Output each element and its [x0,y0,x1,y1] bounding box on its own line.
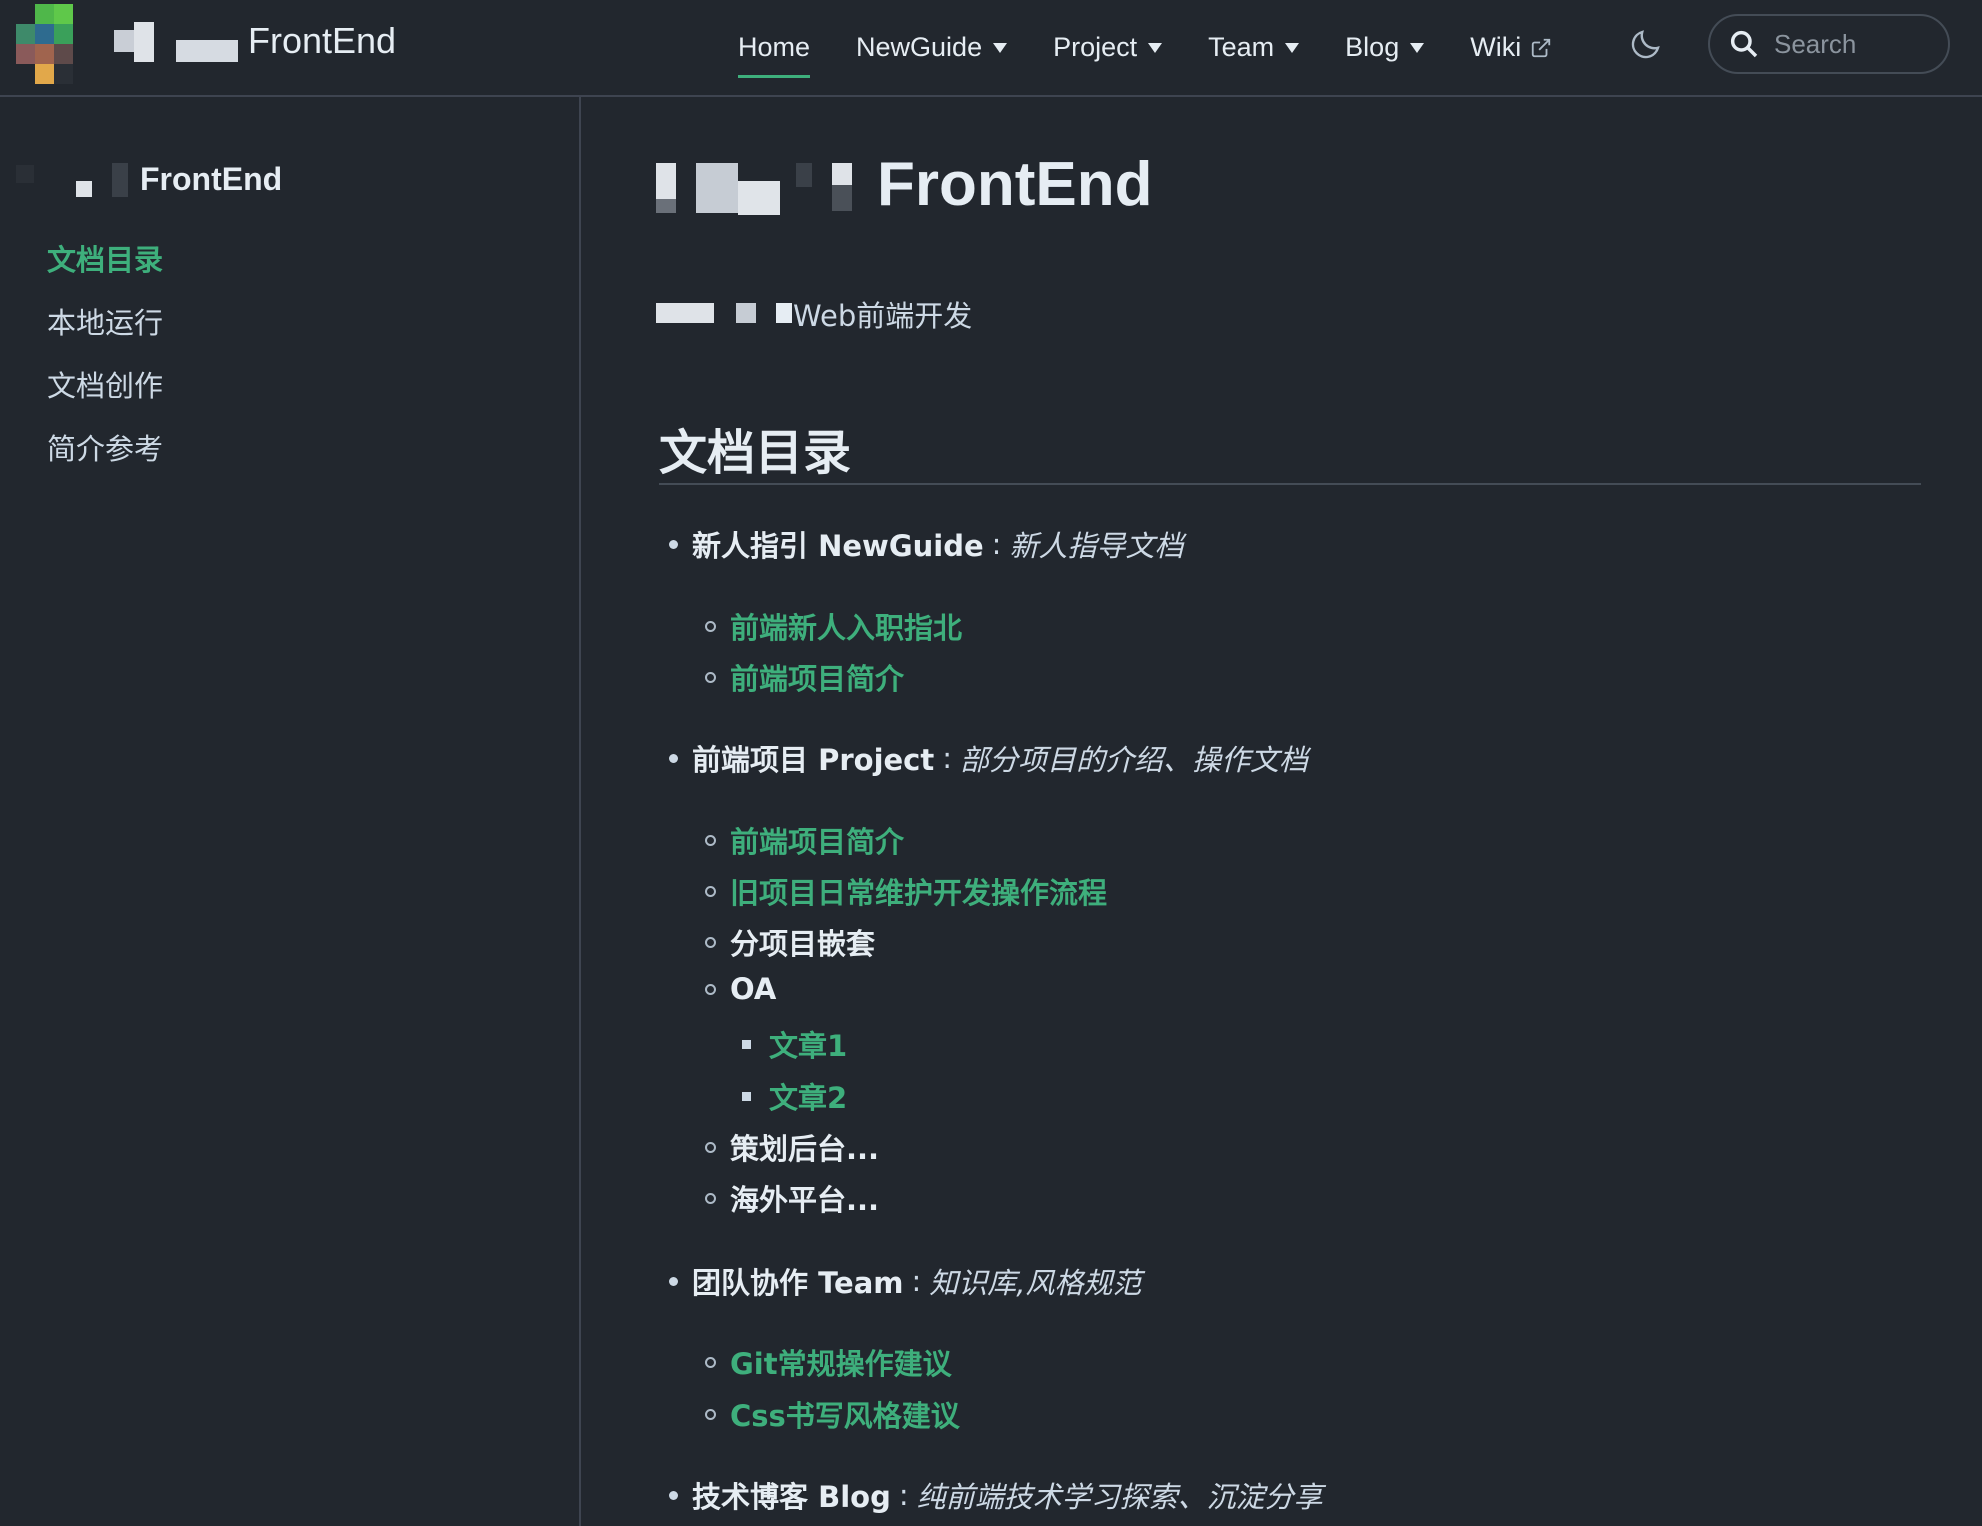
bullet-circle [705,1408,716,1420]
page-title: FrontEnd [877,150,1153,219]
bullet-dot [669,1276,678,1286]
link-label: 旧项目日常维护开发操作流程 [730,876,1108,910]
sidebar-title-redacted-prefix [16,159,140,199]
site-logo[interactable] [16,4,92,84]
section-name: 新人指引 NewGuide [692,529,984,563]
bullet-circle [705,834,716,846]
link-label: Git常规操作建议 [730,1347,952,1381]
link-legacy-maintenance[interactable]: 旧项目日常维护开发操作流程 [705,870,1107,912]
bullet-circle [705,1141,716,1153]
section-name: 前端项目 Project [692,743,935,777]
sidebar-item-intro-ref[interactable]: 简介参考 [47,418,163,481]
section-name: 团队协作 Team [692,1266,904,1300]
list-item-newguide: 新人指引 NewGuide : 新人指导文档 [669,523,1183,565]
nav-project[interactable]: Project [1053,18,1163,78]
bullet-square [742,1091,751,1101]
colon: : [991,527,1002,561]
nav-blog-label: Blog [1345,32,1400,62]
main-nav: Home NewGuide Project Team Blog Wiki [738,0,1552,95]
bullet-circle [705,671,716,683]
list-item-planning-admin: 策划后台... [705,1126,879,1168]
list-item-overseas-platform: 海外平台... [705,1177,879,1219]
nav-newguide[interactable]: NewGuide [856,18,1008,78]
link-article-2[interactable]: 文章2 [742,1075,847,1117]
section-desc: 部分项目的介绍、操作文档 [960,743,1309,777]
section-name: 技术博客 Blog [692,1480,891,1514]
colon: : [898,1478,909,1512]
colon: : [911,1264,922,1298]
bullet-square [742,1039,751,1049]
link-project-intro-2[interactable]: 前端项目简介 [705,819,904,861]
sidebar-item-docs-index[interactable]: 文档目录 [47,229,163,292]
sidebar-item-doc-writing[interactable]: 文档创作 [47,355,163,418]
bullet-circle [705,885,716,897]
brand-redacted-prefix [114,22,244,62]
nav-newguide-label: NewGuide [856,32,983,62]
item-label: 海外平台... [730,1183,880,1217]
main-content: FrontEnd Web前端开发 文档目录 新人指引 NewGuide : 新人… [583,97,1982,1526]
sidebar-title[interactable]: FrontEnd [140,161,282,198]
moon-icon[interactable] [1628,26,1664,62]
external-link-icon [1532,38,1551,57]
link-label: 文章1 [769,1029,848,1063]
nav-blog[interactable]: Blog [1345,18,1425,78]
bullet-circle [705,620,716,632]
bullet-dot [669,539,678,549]
nav-home[interactable]: Home [738,18,811,78]
nav-project-label: Project [1053,32,1138,62]
nav-home-label: Home [738,32,811,62]
top-navbar: FrontEnd Home NewGuide Project Team Blog… [0,0,1982,97]
tagline-redacted-prefix [656,303,792,325]
list-item-blog: 技术博客 Blog : 纯前端技术学习探索、沉淀分享 [669,1474,1323,1516]
list-item-team: 团队协作 Team : 知识库,风格规范 [669,1260,1141,1302]
item-label: 策划后台... [730,1132,880,1166]
list-item-project: 前端项目 Project : 部分项目的介绍、操作文档 [669,737,1308,779]
link-label: 文章2 [769,1081,848,1115]
bullet-dot [669,1490,678,1500]
nav-team-label: Team [1208,32,1275,62]
brand-name[interactable]: FrontEnd [248,20,396,62]
nav-wiki-label: Wiki [1470,32,1522,62]
section-desc: 知识库,风格规范 [929,1266,1142,1300]
colon: : [942,741,953,775]
bullet-circle [705,1192,716,1204]
link-article-1[interactable]: 文章1 [742,1023,847,1065]
bullet-dot [669,753,678,763]
caret-down-icon [993,42,1008,53]
section-heading: 文档目录 [659,425,852,481]
section-desc: 纯前端技术学习探索、沉淀分享 [916,1480,1323,1514]
nav-wiki[interactable]: Wiki [1470,18,1552,78]
link-label: Css书写风格建议 [730,1399,960,1433]
item-label: OA [730,972,777,1006]
link-project-intro[interactable]: 前端项目简介 [705,656,904,698]
bullet-circle [705,983,716,995]
search-box[interactable] [1708,14,1950,74]
sidebar: FrontEnd 文档目录 本地运行 文档创作 简介参考 [0,97,581,1526]
item-label: 分项目嵌套 [730,927,876,961]
section-desc: 新人指导文档 [1009,529,1184,563]
search-icon [1730,30,1758,58]
list-item-nested-projects: 分项目嵌套 [705,921,875,963]
sidebar-list: 文档目录 本地运行 文档创作 简介参考 [47,229,163,481]
link-label: 前端项目简介 [730,825,905,859]
caret-down-icon [1410,42,1425,53]
link-label: 前端新人入职指北 [730,611,963,645]
bullet-circle [705,936,716,948]
sidebar-item-local-run[interactable]: 本地运行 [47,292,163,355]
heading-divider [659,483,1921,485]
title-redacted-prefix [656,163,872,223]
nav-team[interactable]: Team [1208,18,1300,78]
bullet-circle [705,1356,716,1368]
search-input[interactable] [1772,27,1942,61]
link-newcomer-guide[interactable]: 前端新人入职指北 [705,605,962,647]
link-css-guide[interactable]: Css书写风格建议 [705,1393,960,1435]
caret-down-icon [1148,42,1163,53]
page-tagline: Web前端开发 [793,299,973,333]
list-item-oa: OA [705,972,776,1006]
link-label: 前端项目简介 [730,662,905,696]
link-git-guide[interactable]: Git常规操作建议 [705,1341,952,1383]
caret-down-icon [1285,42,1300,53]
